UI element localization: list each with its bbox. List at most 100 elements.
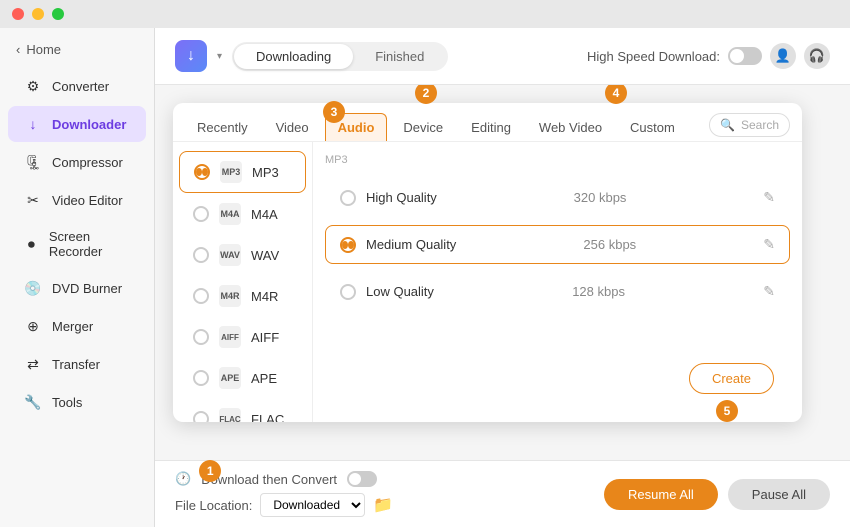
high-quality-kbps: 320 kbps (574, 190, 627, 205)
resume-all-button[interactable]: Resume All (604, 479, 718, 510)
format-item-flac[interactable]: FLAC FLAC (179, 399, 306, 422)
ape-icon: APE (219, 367, 241, 389)
sidebar-item-converter[interactable]: ⚙ Converter (8, 68, 146, 104)
sidebar-item-transfer[interactable]: ⇄ Transfer (8, 346, 146, 382)
format-item-m4a[interactable]: M4A M4A (179, 194, 306, 234)
tab-editing[interactable]: Editing (459, 113, 523, 141)
sidebar-item-dvd-burner[interactable]: 💿 DVD Burner (8, 270, 146, 306)
download-convert-toggle[interactable] (347, 471, 377, 487)
aiff-radio (193, 329, 209, 345)
converter-icon: ⚙ (24, 77, 42, 95)
badge-5: 5 (716, 400, 738, 422)
file-location-select[interactable]: Downloaded (260, 493, 365, 517)
low-quality-label: Low Quality (366, 284, 434, 299)
quality-item-high[interactable]: High Quality 320 kbps ✎ (325, 178, 790, 217)
format-item-ape[interactable]: APE APE (179, 358, 306, 398)
tab-web-video[interactable]: Web Video (527, 113, 614, 141)
format-list: MP3 MP3 M4A M4A WAV (173, 142, 313, 422)
folder-icon[interactable]: 📁 (373, 495, 393, 515)
format-item-aiff[interactable]: AIFF AIFF (179, 317, 306, 357)
download-convert-row: 🕐 1 Download then Convert (175, 471, 393, 487)
sidebar-label-tools: Tools (52, 395, 82, 410)
sidebar-item-screen-recorder[interactable]: ⏺ Screen Recorder (8, 220, 146, 268)
tab-downloading[interactable]: Downloading (234, 44, 353, 69)
sidebar-item-compressor[interactable]: 🗜 Compressor (8, 144, 146, 180)
support-icon[interactable]: 🎧 (804, 43, 830, 69)
format-body: MP3 MP3 M4A M4A WAV (173, 142, 802, 422)
sidebar-item-merger[interactable]: ⊕ Merger (8, 308, 146, 344)
aiff-label: AIFF (251, 330, 279, 345)
bottom-bar: 🕐 1 Download then Convert File Location:… (155, 460, 850, 527)
clock-icon: 🕐 (175, 471, 191, 487)
flac-label: FLAC (251, 412, 284, 423)
sidebar-item-downloader[interactable]: ↓ Downloader (8, 106, 146, 142)
high-quality-edit-icon[interactable]: ✎ (763, 189, 775, 206)
aiff-icon: AIFF (219, 326, 241, 348)
sidebar-label-video-editor: Video Editor (52, 193, 123, 208)
screen-recorder-icon: ⏺ (24, 235, 39, 253)
bottom-right: Resume All Pause All (604, 479, 830, 510)
sidebar: ‹ Home ⚙ Converter ↓ Downloader 🗜 Compre… (0, 28, 155, 527)
user-icon[interactable]: 👤 (770, 43, 796, 69)
tools-icon: 🔧 (24, 393, 42, 411)
tab-recently[interactable]: Recently (185, 113, 260, 141)
sidebar-label-screen-recorder: Screen Recorder (49, 229, 130, 259)
format-tabs: Recently Video Audio Device Editing Web … (173, 103, 802, 142)
search-box[interactable]: 🔍 Search (709, 113, 790, 137)
high-speed-toggle[interactable] (728, 47, 762, 65)
merger-icon: ⊕ (24, 317, 42, 335)
format-item-wav[interactable]: WAV WAV (179, 235, 306, 275)
app-icon-chevron[interactable]: ▾ (217, 51, 222, 62)
minimize-button[interactable] (32, 8, 44, 20)
medium-quality-left: Medium Quality (340, 237, 456, 253)
sidebar-home[interactable]: ‹ Home (0, 36, 154, 67)
pause-all-button[interactable]: Pause All (728, 479, 830, 510)
sidebar-label-dvd-burner: DVD Burner (52, 281, 122, 296)
maximize-button[interactable] (52, 8, 64, 20)
high-quality-left: High Quality (340, 190, 437, 206)
tab-video[interactable]: Video (264, 113, 321, 141)
create-button[interactable]: Create (689, 363, 774, 394)
m4a-icon: M4A (219, 203, 241, 225)
top-bar-right: High Speed Download: 👤 🎧 (587, 43, 830, 69)
high-quality-label: High Quality (366, 190, 437, 205)
wav-radio (193, 247, 209, 263)
downloader-icon: ↓ (24, 115, 42, 133)
quality-item-medium[interactable]: Medium Quality 256 kbps ✎ (325, 225, 790, 264)
format-panel: Recently Video Audio Device Editing Web … (173, 103, 802, 422)
tab-finished[interactable]: Finished (353, 44, 446, 69)
medium-quality-radio (340, 237, 356, 253)
top-bar: ↓ ▾ Downloading Finished High Speed Down… (155, 28, 850, 85)
sidebar-label-converter: Converter (52, 79, 109, 94)
format-item-mp3[interactable]: MP3 MP3 (179, 151, 306, 193)
low-quality-kbps: 128 kbps (572, 284, 625, 299)
video-editor-icon: ✂ (24, 191, 42, 209)
sidebar-item-tools[interactable]: 🔧 Tools (8, 384, 146, 420)
close-button[interactable] (12, 8, 24, 20)
low-quality-left: Low Quality (340, 284, 434, 300)
format-item-m4r[interactable]: M4R M4R (179, 276, 306, 316)
tab-custom[interactable]: Custom (618, 113, 687, 141)
tab-group: Downloading Finished (232, 42, 448, 71)
compressor-icon: 🗜 (24, 153, 42, 171)
sidebar-label-compressor: Compressor (52, 155, 123, 170)
medium-quality-edit-icon[interactable]: ✎ (763, 236, 775, 253)
low-quality-edit-icon[interactable]: ✎ (763, 283, 775, 300)
mp3-icon: MP3 (220, 161, 242, 183)
ape-radio (193, 370, 209, 386)
tab-device[interactable]: Device (391, 113, 455, 141)
sidebar-label-transfer: Transfer (52, 357, 100, 372)
app-icon: ↓ (175, 40, 207, 72)
flac-radio (193, 411, 209, 422)
title-bar (0, 0, 850, 28)
high-quality-radio (340, 190, 356, 206)
badge-3: 3 (323, 101, 345, 123)
ape-label: APE (251, 371, 277, 386)
mp3-radio (194, 164, 210, 180)
low-quality-radio (340, 284, 356, 300)
file-location-row: File Location: Downloaded 📁 (175, 493, 393, 517)
main-content: ↓ ▾ Downloading Finished High Speed Down… (155, 28, 850, 527)
quality-item-low[interactable]: Low Quality 128 kbps ✎ (325, 272, 790, 311)
wav-icon: WAV (219, 244, 241, 266)
sidebar-item-video-editor[interactable]: ✂ Video Editor (8, 182, 146, 218)
